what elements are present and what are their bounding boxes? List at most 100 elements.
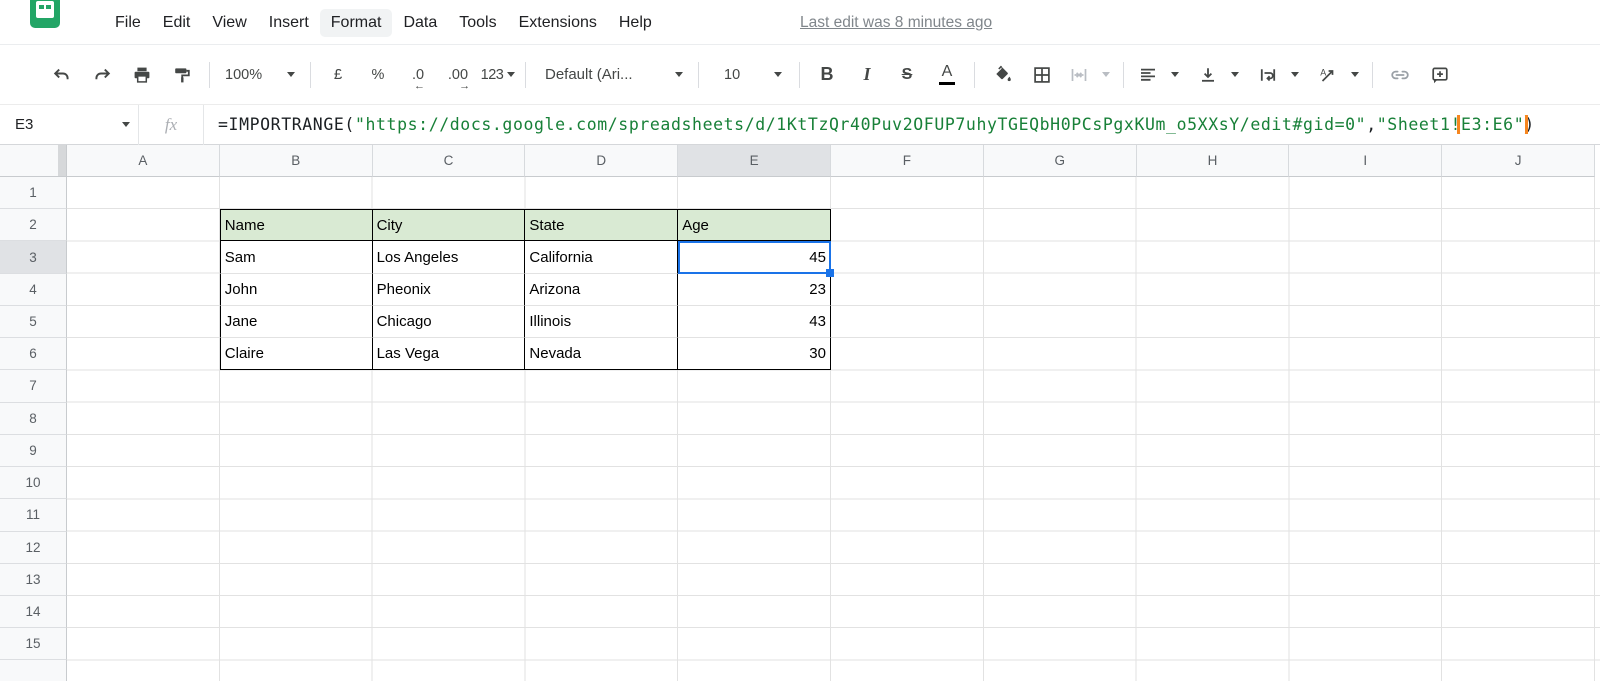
name-box-value: E3 xyxy=(15,116,34,133)
column-header-J[interactable]: J xyxy=(1442,145,1595,177)
cell-E2[interactable]: Age xyxy=(678,209,831,242)
chevron-down-icon xyxy=(1291,72,1299,77)
select-all-corner[interactable] xyxy=(0,145,67,177)
text-rotation-button[interactable]: A xyxy=(1311,57,1345,93)
italic-button[interactable]: I xyxy=(847,57,887,93)
menu-bar: File Edit View Insert Format Data Tools Extensi… xyxy=(0,0,1600,45)
menu-format[interactable]: Format xyxy=(319,8,393,37)
cell-C4[interactable]: Pheonix xyxy=(372,273,526,306)
sheets-logo-icon[interactable] xyxy=(30,0,60,28)
menu-edit[interactable]: Edit xyxy=(152,9,202,37)
cell-D4[interactable]: Arizona xyxy=(525,273,679,306)
column-header-C[interactable]: C xyxy=(372,145,526,177)
row-header-10[interactable]: 10 xyxy=(0,467,67,500)
sheet-grid: A B C D E F G H I J 1 2 3 4 5 6 7 8 9 10 11 12 13 14 15 Name City S… xyxy=(0,145,1600,681)
bold-button[interactable]: B xyxy=(807,57,847,93)
horizontal-align-dropdown[interactable] xyxy=(1165,57,1185,93)
print-button[interactable] xyxy=(122,57,162,93)
row-header-8[interactable]: 8 xyxy=(0,402,67,435)
text-wrapping-button[interactable] xyxy=(1251,57,1285,93)
row-header-7[interactable]: 7 xyxy=(0,370,67,403)
row-header-14[interactable]: 14 xyxy=(0,595,67,629)
format-percent-button[interactable]: % xyxy=(358,57,398,93)
borders-button[interactable] xyxy=(1022,57,1062,93)
cell-D2[interactable]: State xyxy=(525,209,679,242)
row-header-2[interactable]: 2 xyxy=(0,209,67,242)
horizontal-align-button[interactable] xyxy=(1131,57,1165,93)
row-header-5[interactable]: 5 xyxy=(0,305,67,339)
insert-link-button[interactable] xyxy=(1380,57,1420,93)
decrease-decimal-button[interactable]: .0 ← xyxy=(398,57,438,93)
text-rotation-dropdown[interactable] xyxy=(1345,57,1365,93)
column-header-B[interactable]: B xyxy=(219,145,373,177)
formula-input[interactable]: =IMPORTRANGE("https://docs.google.com/sp… xyxy=(204,115,1600,134)
cell-B2[interactable]: Name xyxy=(219,209,373,242)
cell-B5[interactable]: Jane xyxy=(219,305,373,339)
fill-color-button[interactable] xyxy=(982,57,1022,93)
italic-icon: I xyxy=(863,64,871,84)
paint-format-button[interactable] xyxy=(162,57,202,93)
row-header-9[interactable]: 9 xyxy=(0,434,67,468)
cell-C5[interactable]: Chicago xyxy=(372,305,526,339)
strikethrough-button[interactable]: S xyxy=(887,57,927,93)
text-color-button[interactable]: A xyxy=(927,57,967,93)
cell-D6[interactable]: Nevada xyxy=(525,338,679,371)
column-header-I[interactable]: I xyxy=(1289,145,1443,177)
column-header-G[interactable]: G xyxy=(983,145,1137,177)
menu-view[interactable]: View xyxy=(201,9,257,37)
format-currency-button[interactable]: £ xyxy=(318,57,358,93)
column-header-A[interactable]: A xyxy=(67,145,220,177)
text-wrapping-dropdown[interactable] xyxy=(1285,57,1305,93)
insert-link-icon xyxy=(1391,70,1409,79)
more-formats-button[interactable]: 123 xyxy=(478,57,518,93)
merge-cells-dropdown[interactable] xyxy=(1096,57,1116,93)
percent-label: % xyxy=(371,66,385,83)
name-box[interactable]: E3 xyxy=(0,105,138,144)
font-select[interactable]: Default (Ari... xyxy=(533,57,691,93)
increase-decimal-button[interactable]: .00 → xyxy=(438,57,478,93)
insert-comment-button[interactable] xyxy=(1420,57,1460,93)
vertical-align-button[interactable] xyxy=(1191,57,1225,93)
menu-file[interactable]: File xyxy=(104,9,152,37)
column-header-F[interactable]: F xyxy=(831,145,984,177)
cell-C2[interactable]: City xyxy=(372,209,526,242)
menu-data[interactable]: Data xyxy=(392,9,448,37)
cell-B3[interactable]: Sam xyxy=(219,241,373,274)
font-size-select[interactable]: 10 xyxy=(706,57,792,93)
row-header-11[interactable]: 11 xyxy=(0,499,67,532)
row-header-15[interactable]: 15 xyxy=(0,628,67,661)
selected-cell-outline[interactable] xyxy=(678,241,834,277)
undo-button[interactable] xyxy=(42,57,82,93)
cell-D3[interactable]: California xyxy=(525,241,679,274)
merge-cells-icon xyxy=(1071,68,1087,81)
chevron-down-icon xyxy=(1351,72,1359,77)
last-edit-status[interactable]: Last edit was 8 minutes ago xyxy=(800,0,992,45)
row-header-13[interactable]: 13 xyxy=(0,563,67,596)
row-header-6[interactable]: 6 xyxy=(0,338,67,371)
column-header-E[interactable]: E xyxy=(678,145,831,177)
cell-C6[interactable]: Las Vega xyxy=(372,338,526,371)
vertical-align-dropdown[interactable] xyxy=(1225,57,1245,93)
menu-extensions[interactable]: Extensions xyxy=(508,9,608,37)
fx-icon: fx xyxy=(164,114,178,134)
menu-help[interactable]: Help xyxy=(608,9,663,37)
zoom-select[interactable]: 100% xyxy=(217,57,303,93)
redo-button[interactable] xyxy=(82,57,122,93)
cell-E6[interactable]: 30 xyxy=(678,338,831,371)
row-header-4[interactable]: 4 xyxy=(0,273,67,306)
column-header-D[interactable]: D xyxy=(525,145,679,177)
cell-B6[interactable]: Claire xyxy=(219,338,373,371)
cell-B4[interactable]: John xyxy=(219,273,373,306)
menu-insert[interactable]: Insert xyxy=(258,9,320,37)
column-header-H[interactable]: H xyxy=(1136,145,1290,177)
merge-cells-button[interactable] xyxy=(1062,57,1096,93)
row-header-12[interactable]: 12 xyxy=(0,531,67,564)
menu-tools[interactable]: Tools xyxy=(448,9,507,37)
cell-E5[interactable]: 43 xyxy=(678,305,831,339)
cell-D5[interactable]: Illinois xyxy=(525,305,679,339)
cell-E4[interactable]: 23 xyxy=(678,273,831,306)
cell-C3[interactable]: Los Angeles xyxy=(372,241,526,274)
row-header-3[interactable]: 3 xyxy=(0,241,67,274)
row-header-1[interactable]: 1 xyxy=(0,177,67,210)
fill-handle[interactable] xyxy=(825,268,834,277)
